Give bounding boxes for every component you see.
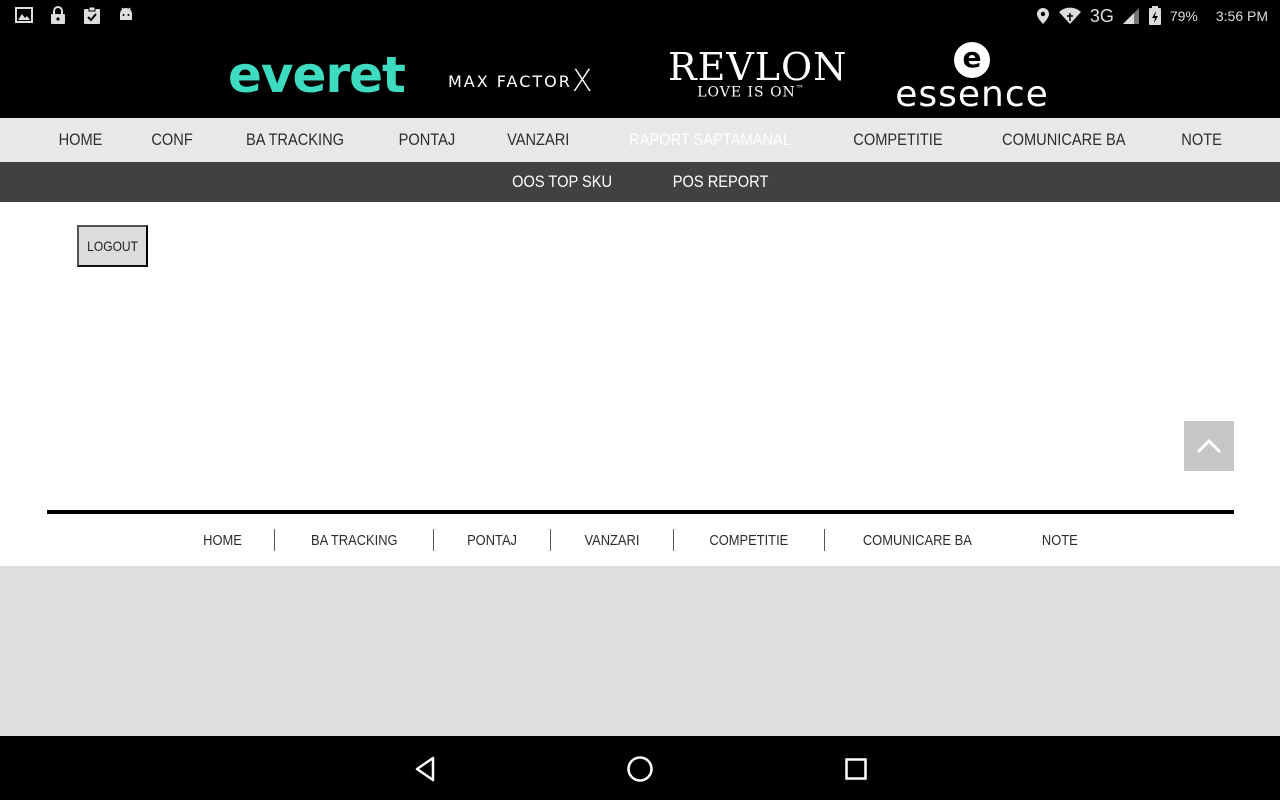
system-status: 3G 79% 3:56 PM [1036, 0, 1268, 32]
nav-competitie[interactable]: COMPETITIE [836, 130, 961, 150]
footer-nav-vanzari[interactable]: VANZARI [551, 532, 673, 549]
footer-nav-competitie[interactable]: COMPETITIE [674, 532, 824, 549]
logout-button[interactable]: LOGOUT [77, 225, 148, 267]
home-button[interactable] [625, 754, 655, 784]
revlon-tagline: LOVE IS ON [697, 84, 796, 101]
back-button[interactable] [410, 754, 440, 784]
revlon-logo[interactable]: REVLON LOVE IS ON™ [668, 45, 848, 101]
footer-nav-note[interactable]: NOTE [1010, 532, 1110, 549]
nav-home[interactable]: HOME [40, 130, 120, 150]
wifi-icon [1058, 7, 1081, 24]
main-nav: HOME CONF BA TRACKING PONTAJ VANZARI RAP… [0, 118, 1280, 162]
sub-nav: OOS TOP SKU POS REPORT [0, 162, 1280, 202]
android-nav-bar [0, 736, 1280, 800]
revlon-tm: ™ [795, 84, 805, 93]
footer-nav-comunicare-ba[interactable]: COMUNICARE BA [825, 532, 1010, 549]
footer-nav: HOME BA TRACKING PONTAJ VANZARI COMPETIT… [0, 514, 1280, 566]
footer-nav-label: VANZARI [584, 531, 640, 549]
brand-header: everet MAX FACTORX REVLON LOVE IS ON™ e … [0, 32, 1280, 118]
nav-vanzari[interactable]: VANZARI [489, 130, 587, 150]
chevron-up-icon [1196, 438, 1222, 454]
notification-icons [14, 5, 136, 25]
footer-nav-pontaj[interactable]: PONTAJ [434, 532, 550, 549]
scroll-to-top-button[interactable] [1184, 421, 1234, 471]
signal-icon [1122, 8, 1139, 24]
nav-comunicare-ba[interactable]: COMUNICARE BA [984, 130, 1144, 150]
battery-icon [1148, 6, 1161, 25]
recents-icon [845, 758, 867, 780]
footer-nav-label: COMPETITIE [709, 531, 789, 549]
footer-nav-label: BA TRACKING [310, 531, 398, 549]
nav-note[interactable]: NOTE [1163, 130, 1240, 150]
everet-logo[interactable]: everet [228, 46, 406, 104]
image-icon [15, 7, 33, 23]
home-icon [627, 756, 653, 782]
status-bar: 3G 79% 3:56 PM [0, 0, 1280, 32]
android-icon [120, 7, 132, 20]
footer-nav-label: HOME [202, 531, 242, 549]
essence-wordmark: essence [895, 74, 1049, 115]
subnav-oos-top-sku[interactable]: OOS TOP SKU [494, 172, 632, 192]
logout-label: LOGOUT [87, 238, 138, 254]
nav-conf[interactable]: CONF [133, 130, 211, 150]
page-footer-area [0, 566, 1280, 736]
clipboard-check-icon [84, 6, 100, 24]
recents-button[interactable] [841, 754, 871, 784]
battery-percent: 79% [1169, 8, 1198, 24]
max-factor-x-mark: X [571, 64, 593, 99]
nav-pontaj[interactable]: PONTAJ [381, 130, 474, 150]
network-type: 3G [1089, 5, 1114, 26]
essence-mark: e [954, 42, 990, 78]
nav-ba-tracking[interactable]: BA TRACKING [228, 130, 362, 150]
footer-nav-label: NOTE [1041, 531, 1078, 549]
lock-icon [51, 6, 65, 24]
nav-raport-saptamanal[interactable]: RAPORT SAPTAMANAL [611, 130, 809, 150]
essence-logo[interactable]: e essence [890, 42, 1054, 115]
footer-nav-home[interactable]: HOME [171, 532, 274, 549]
revlon-wordmark: REVLON [668, 45, 848, 89]
footer-nav-label: PONTAJ [467, 531, 518, 549]
max-factor-text: MAX FACTOR [448, 72, 572, 91]
back-icon [415, 756, 435, 782]
clock: 3:56 PM [1215, 8, 1268, 24]
max-factor-logo[interactable]: MAX FACTORX [448, 60, 592, 99]
footer-nav-ba-tracking[interactable]: BA TRACKING [275, 532, 434, 549]
location-icon [1036, 8, 1049, 24]
footer-nav-label: COMUNICARE BA [862, 531, 972, 549]
subnav-pos-report[interactable]: POS REPORT [653, 172, 786, 192]
